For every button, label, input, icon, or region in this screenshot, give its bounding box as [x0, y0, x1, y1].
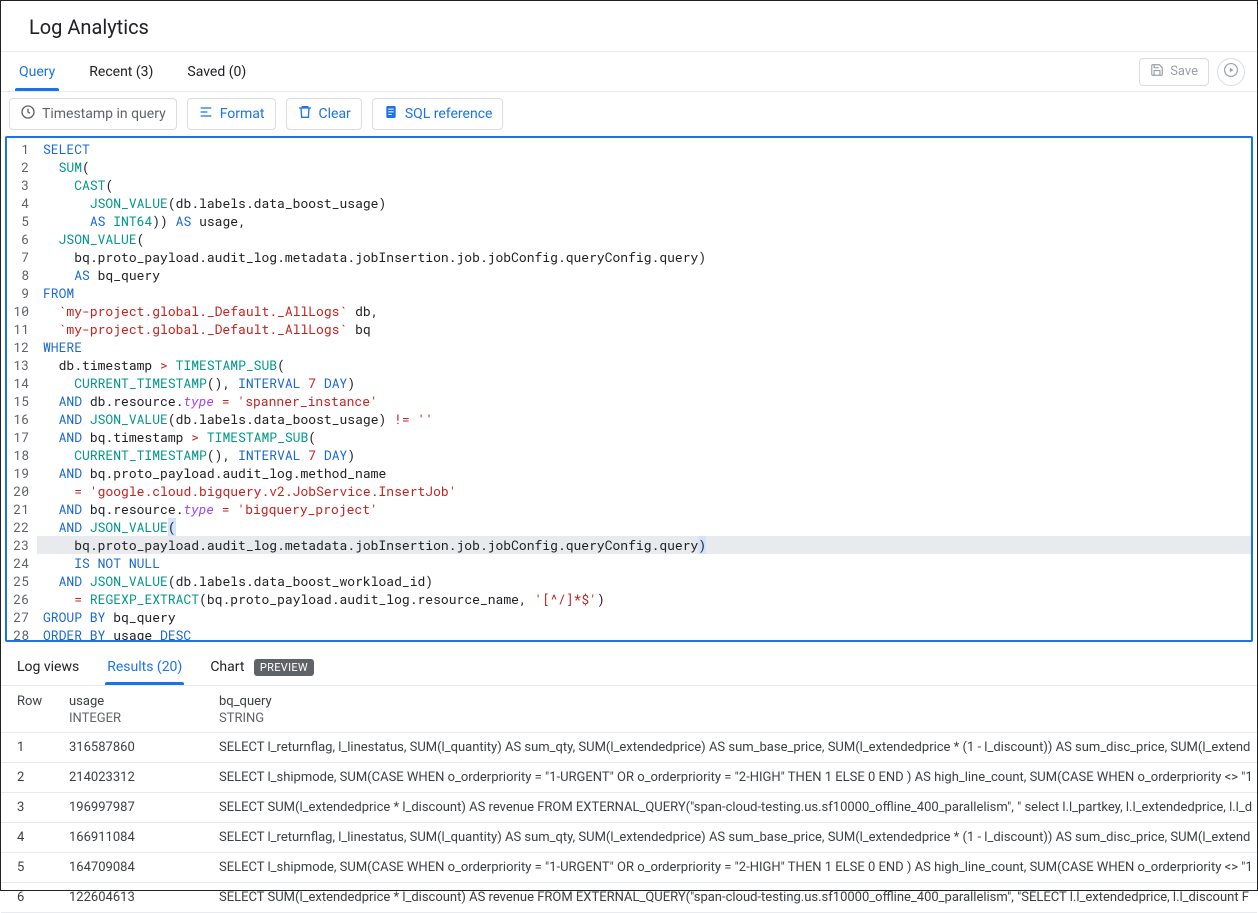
format-label: Format: [220, 106, 265, 122]
usage-cell: 122604613: [69, 890, 219, 905]
sql-editor[interactable]: 1234567891011121314151617181920212223242…: [5, 136, 1253, 642]
col-row: Row: [17, 694, 69, 709]
tab-saved[interactable]: Saved (0): [187, 54, 264, 90]
results-tabs: Log views Results (20) Chart PREVIEW: [1, 648, 1257, 686]
row-number: 4: [17, 830, 69, 845]
table-row[interactable]: 6122604613SELECT SUM(l_extendedprice * l…: [1, 883, 1257, 913]
usage-cell: 196997987: [69, 800, 219, 815]
clear-button[interactable]: Clear: [286, 98, 362, 130]
row-number: 1: [17, 740, 69, 755]
table-row[interactable]: 1316587860SELECT l_returnflag, l_linesta…: [1, 733, 1257, 763]
bq-query-cell: SELECT l_returnflag, l_linestatus, SUM(l…: [219, 830, 1257, 845]
editor-toolbar: Timestamp in query Format Clear SQL refe…: [1, 92, 1257, 136]
col-bq-query: bq_query STRING: [219, 694, 1257, 726]
format-icon: [198, 104, 214, 124]
clock-icon: [20, 104, 36, 124]
usage-cell: 164709084: [69, 860, 219, 875]
editor-code[interactable]: SELECT SUM( CAST( JSON_VALUE(db.labels.d…: [37, 138, 1251, 640]
bq-query-cell: SELECT l_shipmode, SUM(CASE WHEN o_order…: [219, 860, 1257, 875]
bq-query-cell: SELECT SUM(l_extendedprice * l_discount)…: [219, 800, 1257, 815]
timestamp-label: Timestamp in query: [42, 106, 166, 122]
table-row[interactable]: 2214023312SELECT l_shipmode, SUM(CASE WH…: [1, 763, 1257, 793]
bq-query-cell: SELECT SUM(l_extendedprice * l_discount)…: [219, 890, 1257, 905]
tab-log-views[interactable]: Log views: [17, 650, 79, 684]
table-row[interactable]: 5164709084SELECT l_shipmode, SUM(CASE WH…: [1, 853, 1257, 883]
sql-reference-label: SQL reference: [405, 106, 493, 122]
chart-label: Chart: [210, 659, 244, 675]
save-button[interactable]: Save: [1139, 58, 1209, 86]
play-icon: [1224, 63, 1238, 81]
bq-query-cell: SELECT l_shipmode, SUM(CASE WHEN o_order…: [219, 770, 1257, 785]
tab-query[interactable]: Query: [19, 54, 73, 90]
row-number: 6: [17, 890, 69, 905]
col-usage: usage INTEGER: [69, 694, 219, 726]
trash-icon: [297, 104, 313, 124]
usage-cell: 316587860: [69, 740, 219, 755]
bq-query-cell: SELECT l_returnflag, l_linestatus, SUM(l…: [219, 740, 1257, 755]
tab-results[interactable]: Results (20): [107, 650, 182, 684]
page-title: Log Analytics: [1, 1, 1257, 52]
row-number: 5: [17, 860, 69, 875]
top-tabs: Query Recent (3) Saved (0) Save: [1, 52, 1257, 92]
clear-label: Clear: [319, 106, 351, 122]
editor-gutter: 1234567891011121314151617181920212223242…: [7, 138, 35, 640]
table-row[interactable]: 3196997987SELECT SUM(l_extendedprice * l…: [1, 793, 1257, 823]
results-header: Row usage INTEGER bq_query STRING: [1, 686, 1257, 733]
table-row[interactable]: 4166911084SELECT l_returnflag, l_linesta…: [1, 823, 1257, 853]
run-query-button[interactable]: [1217, 58, 1245, 86]
document-icon: [383, 104, 399, 124]
row-number: 2: [17, 770, 69, 785]
sql-reference-button[interactable]: SQL reference: [372, 98, 504, 130]
row-number: 3: [17, 800, 69, 815]
preview-badge: PREVIEW: [254, 659, 314, 676]
tab-chart[interactable]: Chart PREVIEW: [210, 650, 314, 684]
usage-cell: 166911084: [69, 830, 219, 845]
timestamp-button[interactable]: Timestamp in query: [9, 98, 177, 130]
save-label: Save: [1170, 64, 1198, 79]
tab-recent[interactable]: Recent (3): [89, 54, 171, 90]
results-table: Row usage INTEGER bq_query STRING 131658…: [1, 686, 1257, 913]
save-icon: [1150, 63, 1164, 81]
format-button[interactable]: Format: [187, 98, 276, 130]
usage-cell: 214023312: [69, 770, 219, 785]
